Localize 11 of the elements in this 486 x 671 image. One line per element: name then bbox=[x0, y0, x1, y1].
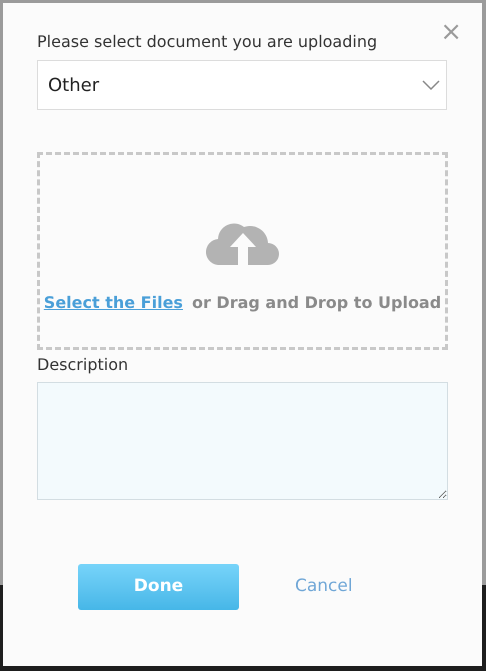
upload-hint: or Drag and Drop to Upload bbox=[192, 292, 442, 314]
done-button[interactable]: Done bbox=[78, 564, 239, 610]
description-field[interactable] bbox=[37, 382, 448, 500]
field-label: Please select document you are uploading bbox=[37, 31, 378, 53]
select-files-link[interactable]: Select the Files bbox=[44, 291, 183, 315]
cancel-link[interactable]: Cancel bbox=[295, 574, 353, 600]
field-label: Description bbox=[37, 354, 130, 376]
chevron-down-icon bbox=[422, 80, 440, 90]
drop-zone[interactable]: Select the Files or Drag and Drop to Upload bbox=[37, 152, 448, 350]
document-type-select[interactable]: Other bbox=[37, 60, 447, 110]
close-button[interactable]: × bbox=[440, 19, 462, 45]
